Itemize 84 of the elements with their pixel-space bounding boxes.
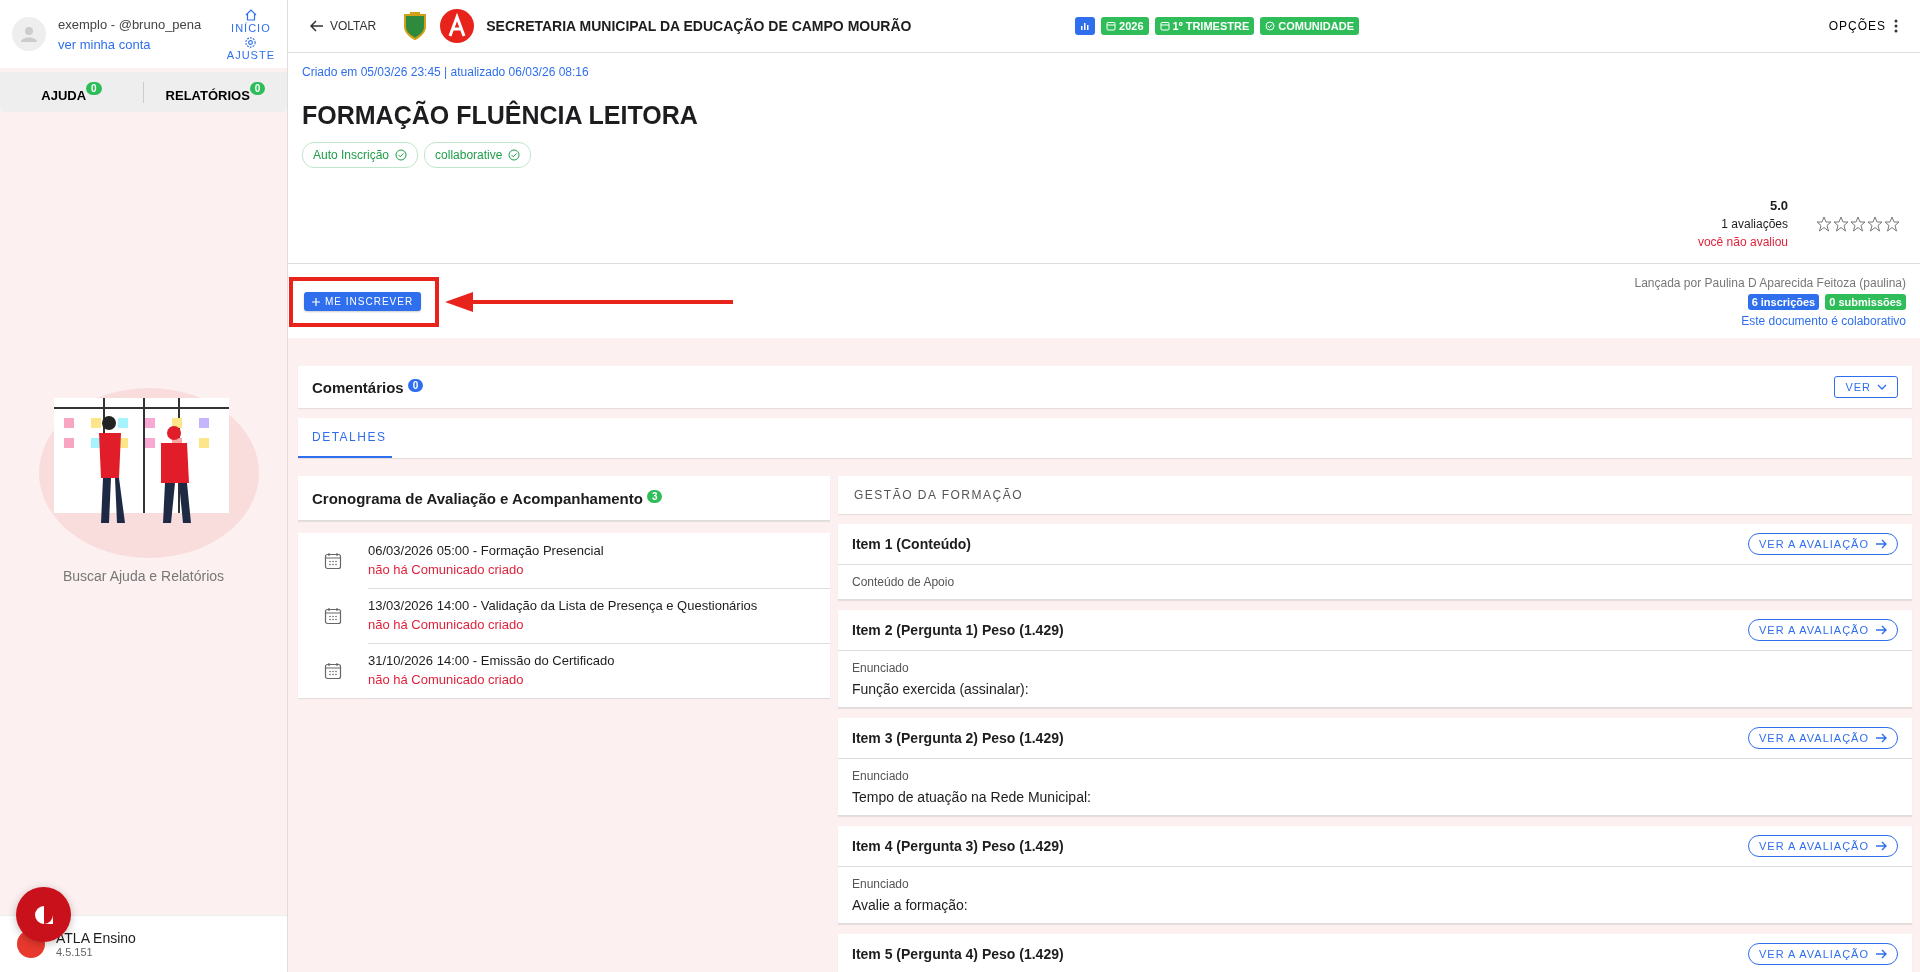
bar-chart-icon [1080,21,1091,31]
item-title: Item 2 (Pergunta 1) Peso (1.429) [852,622,1064,638]
sidebar-tab[interactable]: RELATÓRIOS [165,81,250,103]
count-badge: 0 [249,81,266,95]
enroll-button[interactable]: ME INSCREVER [304,292,422,311]
crest-icon [402,11,429,41]
home-icon [243,7,258,22]
more-vertical-icon [1894,19,1898,33]
schedule-date: 31/10/2026 14:00 - Emissão do Certificado [368,653,616,668]
document-title: FORMAÇÃO FLUÊNCIA LEITORA [302,101,699,130]
document-dates: Criado em 05/03/26 23:45 | atualizado 06/03/26 08:16 [302,65,590,79]
sidebar-tab[interactable]: AJUDA [41,81,87,103]
chat-bubble-icon [32,903,55,926]
comments-title: Comentários [312,378,404,396]
arrow-right-icon [1875,733,1887,743]
tag: Auto Inscrição [302,142,419,168]
chevron-down-icon [1877,384,1887,390]
logo-icon [440,9,475,43]
back-arrow-icon [310,20,324,32]
plus-icon [312,297,320,306]
account-link[interactable]: ver minha conta [58,36,215,52]
calendar-icon [1106,21,1117,31]
settings-button[interactable]: AJUSTE [226,35,275,61]
star-rating[interactable] [1816,215,1900,232]
view-evaluation-button[interactable]: VER A AVALIAÇÃO [1748,943,1898,965]
count-badge: 0 [86,81,102,95]
schedule-status: não há Comunicado criado [368,562,525,577]
schedule-date: 13/03/2026 14:00 - Validação da Lista de Presença e Questionários [368,598,759,613]
schedule-status: não há Comunicado criado [368,617,525,632]
calendar-icon [1159,21,1170,31]
author-text: Lançada por Paulina D Aparecida Feitoza (paulina) [1634,276,1906,290]
options-menu-button[interactable]: OPÇÕES [1822,18,1904,34]
calendar-icon [324,661,342,680]
arrow-right-icon [1875,539,1887,549]
arrow-right-icon [1875,841,1887,851]
home-button[interactable]: INÍCIO [231,7,271,34]
rating-note: você não avaliou [1697,235,1788,249]
count-badge: 3 [646,489,663,503]
collaborative-link[interactable]: Este documento é colaborativo [1741,314,1906,328]
calendar-icon [324,551,342,570]
section-heading: GESTÃO DA FORMAÇÃO [854,488,1024,502]
arrow-right-icon [1875,625,1887,635]
item-text: Tempo de atuação na Rede Municipal: [852,789,1092,805]
empty-state-text: Buscar Ajuda e Relatórios [62,568,225,584]
item-label: Conteúdo de Apoio [852,575,956,589]
item-text: Avalie a formação: [852,897,969,913]
view-evaluation-button[interactable]: VER A AVALIAÇÃO [1748,727,1898,749]
view-evaluation-button[interactable]: VER A AVALIAÇÃO [1748,619,1898,641]
item-text: Função exercida (assinalar): [852,681,1030,697]
back-button[interactable]: VOLTAR [304,18,383,34]
item-label: Enunciado [852,877,910,891]
item-label: Enunciado [852,769,910,783]
schedule-title: Cronograma de Avaliação e Acompanhamento [312,489,643,507]
count-badge: 0 [407,378,424,392]
calendar-icon [324,606,342,625]
settings-icon [244,35,258,49]
item-title: Item 3 (Pergunta 2) Peso (1.429) [852,730,1064,746]
rating-count: 1 avaliações [1721,217,1788,231]
view-evaluation-button[interactable]: VER A AVALIAÇÃO [1748,533,1898,555]
view-evaluation-button[interactable]: VER A AVALIAÇÃO [1748,835,1898,857]
check-circle-icon [1265,21,1276,31]
item-label: Enunciado [852,661,910,675]
arrow-right-icon [1875,949,1887,959]
filter-badge[interactable]: COMUNIDADE [1260,17,1360,35]
organization-title: SECRETARIA MUNICIPAL DA EDUCAÇÃO DE CAMPO MOURÃO [486,18,912,34]
app-version: 4.5.151 [56,946,94,958]
tab[interactable]: DETALHES [298,418,392,458]
schedule-status: não há Comunicado criado [368,672,525,687]
item-title: Item 1 (Conteúdo) [852,536,971,552]
user-name: exemplo - @bruno_pena [58,16,203,32]
check-circle-icon [508,149,521,161]
tag: collaborative [424,142,532,168]
filter-badge[interactable]: 1º TRIMESTRE [1154,17,1255,35]
view-button[interactable]: VER [1834,376,1898,398]
avatar-icon [12,17,46,51]
item-title: Item 4 (Pergunta 3) Peso (1.429) [852,838,1064,854]
check-circle-icon [395,149,408,161]
schedule-date: 06/03/2026 05:00 - Formação Presencial [368,543,605,558]
rating-score: 5.0 [1769,198,1788,213]
filter-badge[interactable]: 2026 [1101,17,1149,35]
chart-badge[interactable] [1075,17,1096,35]
count-badge: 0 submissões [1825,294,1906,310]
item-title: Item 5 (Pergunta 4) Peso (1.429) [852,946,1064,962]
count-badge: 6 inscrições [1747,294,1820,310]
